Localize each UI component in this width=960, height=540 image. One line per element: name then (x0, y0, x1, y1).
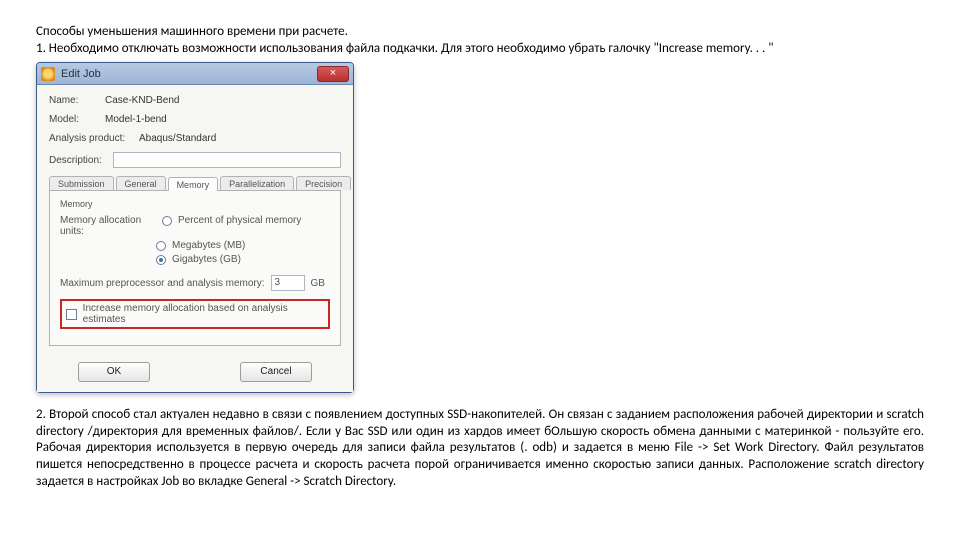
model-value: Model-1-bend (105, 114, 167, 125)
intro-line-1: Способы уменьшения машинного времени при… (36, 24, 924, 39)
row-model: Model: Model-1-bend (49, 114, 341, 125)
radio-mb[interactable] (156, 241, 166, 251)
screenshot-edit-job: Edit Job × Name: Case-KND-Bend Model: Mo… (36, 62, 924, 393)
paragraph-2: 2. Второй способ стал актуален недавно в… (36, 407, 924, 490)
description-label: Description: (49, 155, 107, 166)
alloc-units-row: Memory allocation units: Percent of phys… (60, 215, 330, 237)
close-icon[interactable]: × (317, 66, 349, 82)
memory-group-title: Memory (60, 199, 330, 209)
tabs: Submission General Memory Parallelizatio… (49, 176, 341, 191)
intro-line-2: 1. Необходимо отключать возможности испо… (36, 41, 924, 56)
radio-row-mb: Megabytes (MB) (156, 240, 330, 251)
radio-gb[interactable] (156, 255, 166, 265)
radio-percent[interactable] (162, 216, 172, 226)
dialog-button-row: OK Cancel (37, 354, 353, 392)
cancel-button[interactable]: Cancel (240, 362, 312, 382)
row-name: Name: Case-KND-Bend (49, 95, 341, 106)
name-label: Name: (49, 95, 99, 106)
titlebar: Edit Job × (37, 63, 353, 85)
increase-memory-row: Increase memory allocation based on anal… (60, 299, 330, 329)
radio-row-gb: Gigabytes (GB) (156, 254, 330, 265)
product-label: Analysis product: (49, 133, 133, 144)
max-memory-input[interactable]: 3 (271, 275, 305, 291)
increase-memory-checkbox[interactable] (66, 309, 77, 320)
max-memory-row: Maximum preprocessor and analysis memory… (60, 275, 330, 291)
alloc-units-label: Memory allocation units: (60, 215, 156, 237)
row-description: Description: (49, 152, 341, 168)
radio-mb-label: Megabytes (MB) (172, 240, 245, 251)
tab-precision[interactable]: Precision (296, 176, 351, 190)
product-value: Abaqus/Standard (139, 133, 216, 144)
max-memory-units: GB (311, 278, 325, 289)
dialog-body: Name: Case-KND-Bend Model: Model-1-bend … (37, 85, 353, 354)
ok-button[interactable]: OK (78, 362, 150, 382)
name-value: Case-KND-Bend (105, 95, 179, 106)
window-title: Edit Job (61, 68, 317, 80)
tab-memory[interactable]: Memory (168, 177, 219, 191)
increase-memory-label: Increase memory allocation based on anal… (83, 303, 324, 325)
radio-gb-label: Gigabytes (GB) (172, 254, 241, 265)
memory-tabpage: Memory Memory allocation units: Percent … (49, 191, 341, 346)
radio-percent-label: Percent of physical memory (178, 215, 301, 226)
tab-general[interactable]: General (116, 176, 166, 190)
model-label: Model: (49, 114, 99, 125)
row-product: Analysis product: Abaqus/Standard (49, 133, 341, 144)
tab-parallelization[interactable]: Parallelization (220, 176, 294, 190)
max-memory-label: Maximum preprocessor and analysis memory… (60, 278, 265, 289)
tab-submission[interactable]: Submission (49, 176, 114, 190)
description-input[interactable] (113, 152, 341, 168)
app-icon (41, 67, 55, 81)
edit-job-dialog: Edit Job × Name: Case-KND-Bend Model: Mo… (36, 62, 354, 393)
